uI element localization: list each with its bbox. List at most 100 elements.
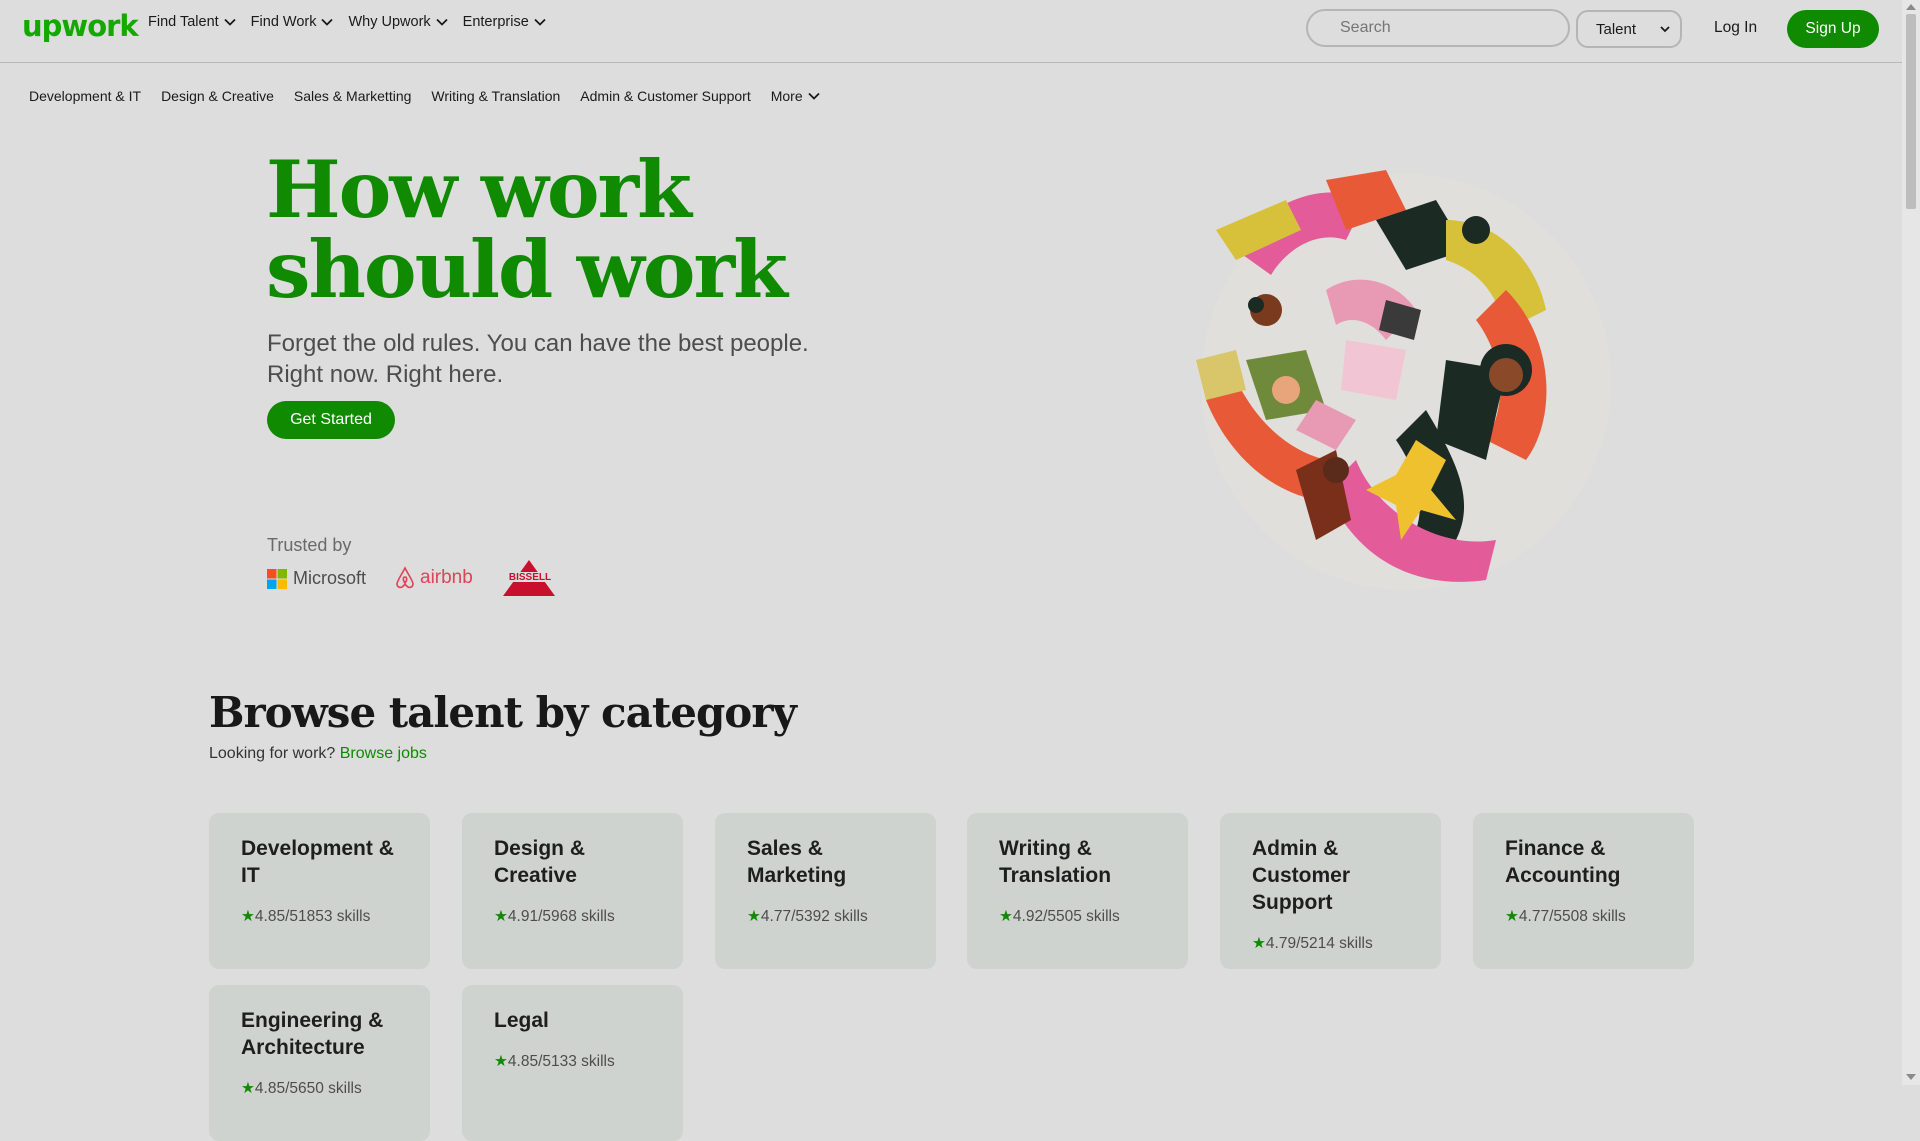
subnav-sales-marketing[interactable]: Sales & Marketting xyxy=(294,88,412,104)
category-rating: ★4.85/5650 skills xyxy=(241,1079,398,1098)
nav-why-upwork[interactable]: Why Upwork xyxy=(348,14,462,30)
nav-find-work[interactable]: Find Work xyxy=(251,14,349,30)
category-name-line: Accounting xyxy=(1505,864,1621,887)
airbnb-logo: airbnb xyxy=(394,566,473,590)
category-card-legal[interactable]: Legal ★4.85/5133 skills xyxy=(462,985,683,1141)
airbnb-icon xyxy=(396,566,414,589)
category-card-finance-accounting[interactable]: Finance & Accounting ★4.77/5508 skills xyxy=(1473,813,1694,969)
search-type-select[interactable]: Talent xyxy=(1576,10,1682,48)
nav-enterprise[interactable]: Enterprise xyxy=(463,14,561,30)
rating-text: 4.79/5214 skills xyxy=(1265,935,1373,952)
browse-title: Browse talent by category xyxy=(209,688,797,737)
scroll-up-arrow-icon[interactable] xyxy=(1905,2,1917,12)
chevron-down-icon xyxy=(534,18,546,26)
category-rating: ★4.77/5392 skills xyxy=(747,907,904,926)
category-rating: ★4.77/5508 skills xyxy=(1505,907,1662,926)
category-name: Legal xyxy=(494,1007,651,1034)
category-name-line: Legal xyxy=(494,1009,549,1032)
subnav-more-label: More xyxy=(770,88,803,104)
subnav-more[interactable]: More xyxy=(771,88,821,104)
trusted-by-label: Trusted by xyxy=(267,535,352,555)
category-name-line: Support xyxy=(1252,891,1333,914)
rating-text: 4.77/5508 skills xyxy=(1518,908,1626,925)
select-value: Talent xyxy=(1596,20,1637,38)
upwork-logo[interactable]: upwork xyxy=(22,9,139,43)
hero-subtitle-line: Forget the old rules. You can have the b… xyxy=(267,330,809,357)
rating-text: 4.91/5968 skills xyxy=(507,908,615,925)
chevron-down-icon xyxy=(807,92,820,100)
browse-sub-text: Looking for work? xyxy=(209,745,336,762)
category-name-line: Architecture xyxy=(241,1036,365,1059)
bissell-logo: BISSELL xyxy=(501,558,559,603)
category-card-writing-translation[interactable]: Writing & Translation ★4.92/5505 skills xyxy=(967,813,1188,969)
scrollbar-thumb[interactable] xyxy=(1906,14,1916,209)
category-name: Writing & Translation xyxy=(999,835,1156,889)
star-icon: ★ xyxy=(1505,908,1519,925)
star-icon: ★ xyxy=(999,908,1013,925)
rating-text: 4.85/5650 skills xyxy=(254,1080,362,1097)
category-rating: ★4.85/51853 skills xyxy=(241,907,398,926)
category-name-line: Admin & xyxy=(1252,837,1339,860)
category-card-design-creative[interactable]: Design & Creative ★4.91/5968 skills xyxy=(462,813,683,969)
brand-name: airbnb xyxy=(420,567,473,588)
star-icon: ★ xyxy=(494,1053,508,1070)
login-link[interactable]: Log In xyxy=(1714,19,1757,37)
category-name-line: Translation xyxy=(999,864,1112,887)
star-icon: ★ xyxy=(494,908,508,925)
rating-text: 4.85/5133 skills xyxy=(507,1053,615,1070)
hero-title-line: should work xyxy=(266,223,788,316)
signup-button[interactable]: Sign Up xyxy=(1787,10,1879,48)
browse-jobs-link[interactable]: Browse jobs xyxy=(340,745,427,762)
category-name: Engineering & Architecture xyxy=(241,1007,398,1061)
scroll-down-arrow-icon[interactable] xyxy=(1905,1072,1917,1082)
category-name-line: IT xyxy=(241,864,260,887)
category-card-sales-marketing[interactable]: Sales & Marketing ★4.77/5392 skills xyxy=(715,813,936,969)
chevron-down-icon xyxy=(1660,26,1670,33)
category-name: Admin & Customer Support xyxy=(1252,835,1409,916)
browse-subtitle: Looking for work? Browse jobs xyxy=(209,745,427,763)
hero-subtitle: Forget the old rules. You can have the b… xyxy=(267,328,827,390)
category-rating: ★4.92/5505 skills xyxy=(999,907,1156,926)
get-started-button[interactable]: Get Started xyxy=(267,401,395,439)
category-card-admin-support[interactable]: Admin & Customer Support ★4.79/5214 skills xyxy=(1220,813,1441,969)
nav-label: Find Talent xyxy=(148,14,219,30)
chevron-down-icon xyxy=(224,18,236,26)
category-name-line: Sales & xyxy=(747,837,823,860)
category-name: Sales & Marketing xyxy=(747,835,904,889)
category-name: Design & Creative xyxy=(494,835,651,889)
category-name: Development & IT xyxy=(241,835,398,889)
nav-label: Find Work xyxy=(250,14,317,30)
category-subnav: Development & IT Design & Creative Sales… xyxy=(29,88,841,104)
category-name-line: Finance & xyxy=(1505,837,1606,860)
subnav-design-creative[interactable]: Design & Creative xyxy=(161,88,274,104)
nav-label: Enterprise xyxy=(462,14,529,30)
subnav-writing-translation[interactable]: Writing & Translation xyxy=(431,88,560,104)
bissell-text: BISSELL xyxy=(509,572,551,583)
star-icon: ★ xyxy=(241,1080,255,1097)
category-name-line: Engineering & xyxy=(241,1009,384,1032)
category-rating: ★4.91/5968 skills xyxy=(494,907,651,926)
star-icon: ★ xyxy=(747,908,761,925)
hero-title: How work should work xyxy=(266,150,866,310)
category-name-line: Writing & xyxy=(999,837,1092,860)
hero-subtitle-line: Right now. Right here. xyxy=(267,361,504,388)
chevron-down-icon xyxy=(436,18,448,26)
category-name-line: Creative xyxy=(494,864,577,887)
microsoft-logo: Microsoft xyxy=(267,568,366,589)
category-name-line: Development & xyxy=(241,837,394,860)
category-rating: ★4.85/5133 skills xyxy=(494,1052,651,1071)
nav-find-talent[interactable]: Find Talent xyxy=(148,14,251,30)
microsoft-windows-icon xyxy=(267,568,287,589)
subnav-admin-support[interactable]: Admin & Customer Support xyxy=(580,88,750,104)
rating-text: 4.77/5392 skills xyxy=(760,908,868,925)
search-input[interactable] xyxy=(1306,9,1570,47)
hero-illustration xyxy=(1196,170,1611,590)
star-icon: ★ xyxy=(1252,935,1266,952)
subnav-development-it[interactable]: Development & IT xyxy=(29,88,141,104)
star-icon: ★ xyxy=(241,908,255,925)
category-card-development-it[interactable]: Development & IT ★4.85/51853 skills xyxy=(209,813,430,969)
category-name: Finance & Accounting xyxy=(1505,835,1662,889)
rating-text: 4.92/5505 skills xyxy=(1012,908,1120,925)
category-rating: ★4.79/5214 skills xyxy=(1252,934,1409,953)
category-card-engineering-architecture[interactable]: Engineering & Architecture ★4.85/5650 ski… xyxy=(209,985,430,1141)
